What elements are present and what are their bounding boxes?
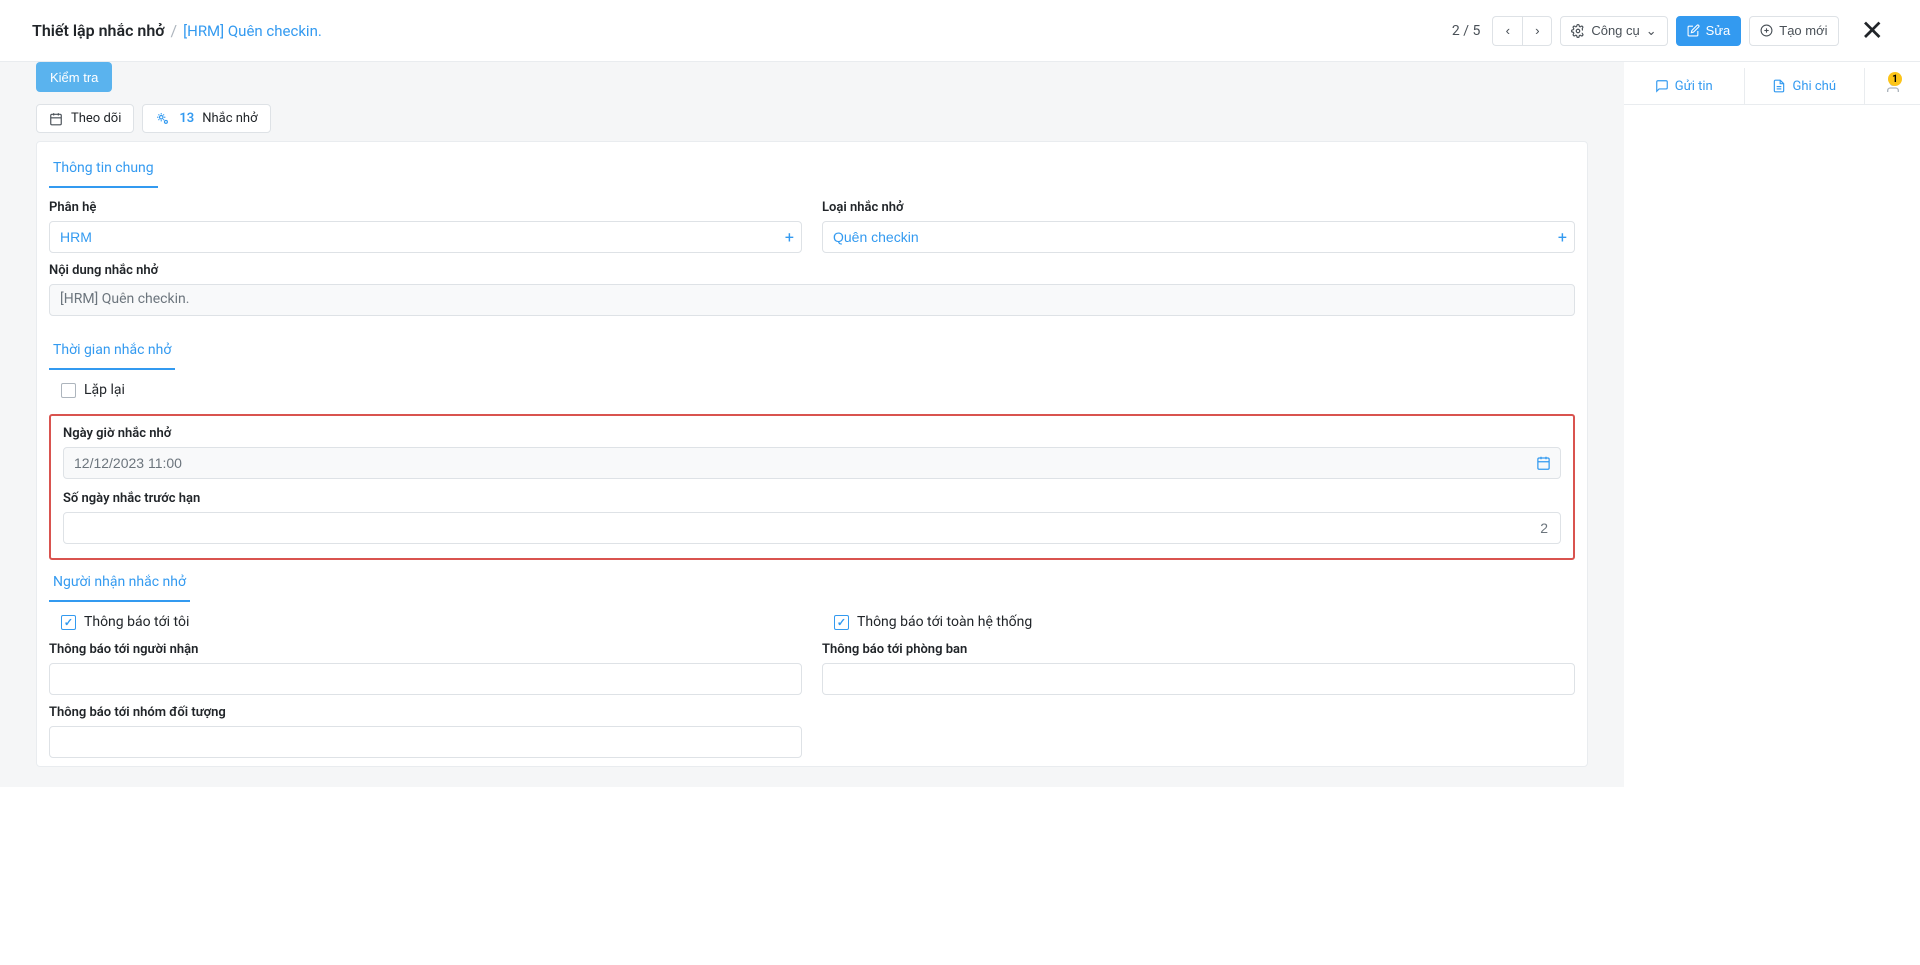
content-label: Nội dung nhắc nhở bbox=[49, 263, 1575, 278]
side-column: Gửi tin Ghi chú 1 bbox=[1624, 62, 1920, 787]
page-title: Thiết lập nhắc nhở bbox=[32, 21, 165, 40]
chip-row: Theo dõi 13 Nhắc nhở bbox=[36, 104, 1610, 133]
reminder-type-label: Loại nhắc nhở bbox=[822, 200, 1575, 215]
edit-label: Sửa bbox=[1706, 23, 1731, 38]
side-tab-user[interactable]: 1 bbox=[1864, 68, 1920, 104]
pager-text: 2 / 5 bbox=[1452, 23, 1480, 39]
calendar-icon bbox=[49, 112, 63, 126]
tools-label: Công cụ bbox=[1591, 23, 1639, 38]
message-icon bbox=[1655, 79, 1669, 93]
calendar-icon[interactable] bbox=[1536, 456, 1551, 471]
repeat-row-wrap: Lặp lại bbox=[37, 370, 1587, 408]
chevron-down-icon: ⌄ bbox=[1646, 23, 1657, 39]
datetime-label: Ngày giờ nhắc nhở bbox=[63, 426, 1561, 441]
body: Kiểm tra Theo dõi 13 Nhắc nhở Thông tin … bbox=[0, 62, 1920, 787]
repeat-checkbox[interactable] bbox=[61, 383, 76, 398]
reminder-type-input[interactable] bbox=[822, 221, 1575, 253]
side-tab-send[interactable]: Gửi tin bbox=[1624, 68, 1744, 104]
pager-next-button[interactable]: › bbox=[1522, 16, 1552, 46]
section-tabs-recipients: Người nhận nhắc nhở bbox=[37, 564, 1587, 602]
edit-icon bbox=[1687, 24, 1700, 37]
tab-general[interactable]: Thông tin chung bbox=[49, 154, 158, 188]
days-before-label: Số ngày nhắc trước hạn bbox=[63, 491, 1561, 506]
notify-me-label: Thông báo tới tôi bbox=[84, 614, 189, 630]
gear-icon bbox=[1571, 24, 1585, 38]
section-tabs-time: Thời gian nhắc nhở bbox=[37, 324, 1587, 370]
breadcrumb-separator: / bbox=[171, 21, 178, 40]
field-notify-department: Thông báo tới phòng ban bbox=[822, 642, 1575, 695]
tab-recipients[interactable]: Người nhận nhắc nhở bbox=[49, 568, 190, 602]
side-tab-note[interactable]: Ghi chú bbox=[1744, 68, 1865, 104]
field-subsystem: Phân hệ + bbox=[49, 200, 802, 253]
notify-recipients-input[interactable] bbox=[49, 663, 802, 695]
field-notify-recipients: Thông báo tới người nhận bbox=[49, 642, 802, 695]
note-icon bbox=[1772, 79, 1786, 93]
datetime-input[interactable] bbox=[63, 447, 1561, 479]
pager-prev-button[interactable]: ‹ bbox=[1492, 16, 1522, 46]
notify-all-label: Thông báo tới toàn hệ thống bbox=[857, 614, 1032, 630]
plus-circle-icon bbox=[1760, 24, 1773, 37]
follow-chip[interactable]: Theo dõi bbox=[36, 104, 134, 133]
notify-group-input[interactable] bbox=[49, 726, 802, 758]
reminders-count: 13 bbox=[179, 111, 194, 126]
header-right: 2 / 5 ‹ › Công cụ ⌄ Sửa Tạo mới ✕ bbox=[1452, 14, 1888, 47]
general-grid: Phân hệ + Loại nhắc nhở + Nội dung nhắc … bbox=[37, 188, 1587, 324]
notify-recipients-label: Thông báo tới người nhận bbox=[49, 642, 802, 657]
days-before-input[interactable] bbox=[63, 512, 1561, 544]
notify-department-label: Thông báo tới phòng ban bbox=[822, 642, 1575, 657]
subsystem-label: Phân hệ bbox=[49, 200, 802, 215]
side-tabs: Gửi tin Ghi chú 1 bbox=[1624, 62, 1920, 105]
notify-group-label: Thông báo tới nhóm đối tượng bbox=[49, 705, 802, 720]
reminders-chip[interactable]: 13 Nhắc nhở bbox=[142, 104, 270, 133]
close-button[interactable]: ✕ bbox=[1857, 14, 1888, 47]
highlighted-time-box: Ngày giờ nhắc nhở Số ngày nhắc trước hạn bbox=[49, 414, 1575, 560]
check-button[interactable]: Kiểm tra bbox=[36, 62, 112, 92]
recipients-grid: Thông báo tới tôi Thông báo tới toàn hệ … bbox=[37, 602, 1587, 766]
field-content: Nội dung nhắc nhở [HRM] Quên checkin. bbox=[49, 263, 1575, 316]
page-header: Thiết lập nhắc nhở / [HRM] Quên checkin.… bbox=[0, 0, 1920, 62]
notify-department-input[interactable] bbox=[822, 663, 1575, 695]
follow-label: Theo dõi bbox=[71, 111, 121, 126]
reminders-label: Nhắc nhở bbox=[202, 111, 257, 126]
content-value[interactable]: [HRM] Quên checkin. bbox=[49, 284, 1575, 316]
gears-icon bbox=[155, 112, 171, 126]
pager-nav: ‹ › bbox=[1492, 16, 1552, 46]
header-left: Thiết lập nhắc nhở / [HRM] Quên checkin. bbox=[32, 21, 1452, 40]
repeat-label: Lặp lại bbox=[84, 382, 125, 398]
chevron-left-icon: ‹ bbox=[1506, 23, 1510, 38]
subsystem-input[interactable] bbox=[49, 221, 802, 253]
chevron-right-icon: › bbox=[1535, 23, 1539, 38]
tools-button[interactable]: Công cụ ⌄ bbox=[1560, 16, 1667, 46]
field-notify-group: Thông báo tới nhóm đối tượng bbox=[49, 705, 802, 758]
page-subtitle[interactable]: [HRM] Quên checkin. bbox=[183, 22, 322, 40]
side-note-label: Ghi chú bbox=[1792, 79, 1836, 94]
form-card: Thông tin chung Phân hệ + Loại nhắc nhở … bbox=[36, 141, 1588, 767]
main-column: Kiểm tra Theo dõi 13 Nhắc nhở Thông tin … bbox=[0, 62, 1624, 787]
section-tabs-general: Thông tin chung bbox=[37, 142, 1587, 188]
notify-me-checkbox[interactable] bbox=[61, 615, 76, 630]
notify-me-row[interactable]: Thông báo tới tôi bbox=[49, 612, 802, 632]
notify-all-row[interactable]: Thông báo tới toàn hệ thống bbox=[822, 612, 1575, 632]
plus-icon[interactable]: + bbox=[1558, 228, 1567, 247]
plus-icon[interactable]: + bbox=[785, 228, 794, 247]
field-reminder-type: Loại nhắc nhở + bbox=[822, 200, 1575, 253]
repeat-row[interactable]: Lặp lại bbox=[49, 380, 1575, 400]
edit-button[interactable]: Sửa bbox=[1676, 16, 1742, 46]
create-label: Tạo mới bbox=[1779, 23, 1827, 38]
side-send-label: Gửi tin bbox=[1675, 79, 1713, 94]
notify-all-checkbox[interactable] bbox=[834, 615, 849, 630]
create-button[interactable]: Tạo mới bbox=[1749, 16, 1838, 46]
user-badge: 1 bbox=[1888, 72, 1902, 86]
tab-time[interactable]: Thời gian nhắc nhở bbox=[49, 336, 175, 370]
check-label: Kiểm tra bbox=[50, 70, 98, 85]
